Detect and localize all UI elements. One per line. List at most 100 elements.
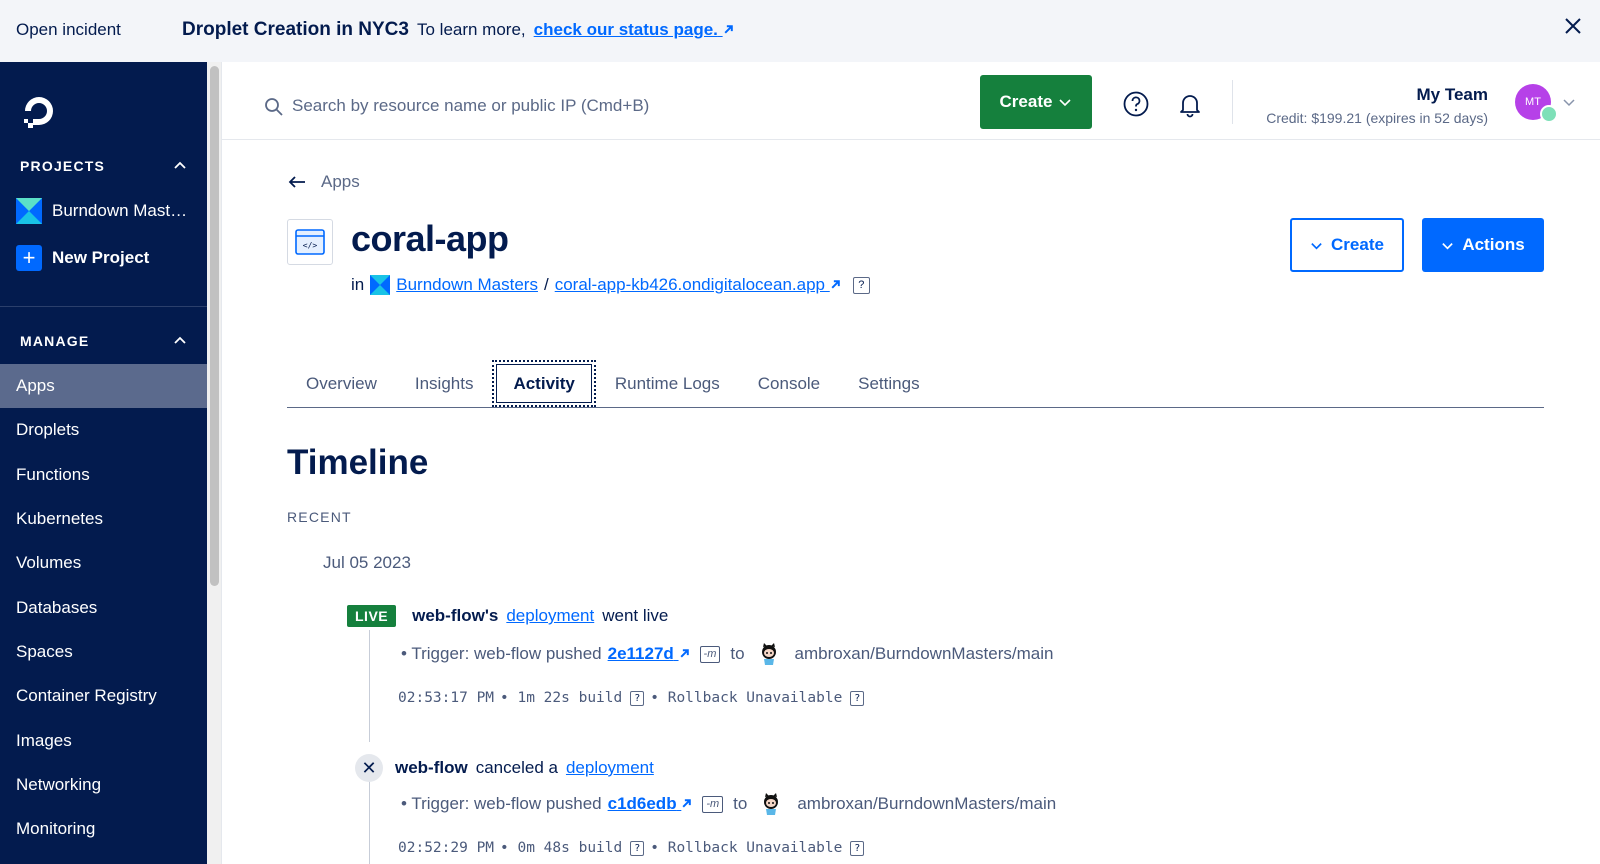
close-icon [1565,18,1581,34]
sidebar: PROJECTS Burndown Masters + New Project … [0,62,207,864]
tab-console[interactable]: Console [739,360,839,407]
external-link-icon [680,649,689,658]
event-trigger: • Trigger: web-flow pushed 2e1127d -m to… [401,642,1053,666]
github-octocat-icon [764,793,779,815]
event-actor: web-flow [395,758,468,777]
event-middle: canceled a [475,758,558,777]
team-credit: Credit: $199.21 (expires in 52 days) [1266,110,1488,126]
tab-activity[interactable]: Activity [492,360,596,407]
breadcrumb[interactable]: Apps [287,172,360,192]
manage-heading: MANAGE [20,333,90,349]
search-input[interactable] [292,90,892,122]
plus-icon: + [16,245,42,271]
sidebar-item-droplets[interactable]: Droplets [0,408,207,452]
help-tooltip-icon[interactable]: ? [852,276,870,294]
incident-text: To learn more, [416,20,526,39]
help-tooltip-icon[interactable]: ? [630,690,645,706]
commit-message-toggle[interactable]: -m [699,645,721,663]
svg-text:</>: </> [303,241,318,250]
tab-runtime-logs[interactable]: Runtime Logs [596,360,739,407]
create-button[interactable]: Create [1290,218,1404,272]
close-banner-button[interactable] [1564,16,1582,40]
actions-button[interactable]: Actions [1422,218,1544,272]
timeline-connector [369,780,370,864]
trigger-text: • Trigger: web-flow pushed [401,794,602,813]
event-meta: 02:53:17 PM • 1m 22s build ? • Rollback … [398,690,865,706]
sidebar-item-kubernetes[interactable]: Kubernetes [0,497,207,541]
app-domain-label: coral-app-kb426.ondigitalocean.app [554,275,826,294]
help-tooltip-icon[interactable]: ? [630,840,645,856]
external-link-icon [831,280,840,289]
team-name[interactable]: My Team [1417,85,1489,105]
scrollbar-thumb[interactable] [210,66,219,586]
chevron-up-icon[interactable] [173,158,187,172]
live-badge: LIVE [347,605,397,627]
trigger-text: • Trigger: web-flow pushed [401,644,602,663]
project-icon [370,275,391,295]
header-divider [1232,80,1233,124]
sidebar-item-container-registry[interactable]: Container Registry [0,674,207,718]
event-time: 02:52:29 PM [398,840,495,856]
avatar-status-icon [1540,105,1558,123]
help-tooltip-icon[interactable]: ? [850,840,865,856]
digitalocean-logo-icon[interactable] [20,92,58,130]
commit-link[interactable]: 2e1127d [608,644,690,664]
event-actor: web-flow's [412,606,499,625]
commit-message-toggle[interactable]: -m [702,795,724,813]
build-duration: • 0m 48s build [500,840,623,856]
rollback-status: • Rollback Unavailable [650,690,843,706]
timeline-event-live: LIVE web-flow's deployment went live [347,605,668,627]
timeline-date: Jul 05 2023 [323,553,411,572]
rollback-status: • Rollback Unavailable [650,840,843,856]
to-label: to [730,644,745,663]
timeline-connector [369,630,370,742]
sidebar-item-images[interactable]: Images [0,718,207,762]
timeline-section-heading: RECENT [287,509,352,525]
event-trigger: • Trigger: web-flow pushed c1d6edb -m to… [401,792,1056,816]
status-page-link-label: check our status page. [533,20,718,39]
chevron-down-icon [1311,242,1322,249]
commit-hash: c1d6edb [607,794,677,813]
chevron-up-icon[interactable] [173,333,187,347]
tab-insights[interactable]: Insights [396,360,493,407]
help-icon[interactable] [1122,90,1150,118]
repo-name: ambroxan/BurndownMasters/main [794,644,1054,663]
project-link[interactable]: Burndown Masters [396,275,538,295]
page-title: coral-app [351,218,509,259]
repo-name: ambroxan/BurndownMasters/main [797,794,1057,813]
create-menu-button[interactable]: Create [980,75,1092,129]
sidebar-project-burndown-masters[interactable]: Burndown Masters [16,198,196,224]
sidebar-item-databases[interactable]: Databases [0,585,207,629]
build-duration: • 1m 22s build [500,690,623,706]
sidebar-item-apps[interactable]: Apps [0,364,207,409]
breadcrumb-apps[interactable]: Apps [321,172,360,192]
app-domain-link[interactable]: coral-app-kb426.ondigitalocean.app [555,275,841,295]
incident-message: Droplet Creation in NYC3 To learn more, … [182,19,734,41]
tab-overview[interactable]: Overview [287,360,396,407]
sidebar-nav: Apps Droplets Functions Kubernetes Volum… [0,364,207,851]
event-suffix: went live [602,606,669,625]
sidebar-scrollbar[interactable] [207,62,222,864]
chevron-down-icon[interactable] [1562,95,1576,109]
sidebar-item-volumes[interactable]: Volumes [0,541,207,585]
sidebar-item-spaces[interactable]: Spaces [0,630,207,674]
external-link-icon [682,799,692,808]
tab-settings[interactable]: Settings [839,360,938,407]
status-page-link[interactable]: check our status page. [534,20,734,40]
sidebar-new-project-label: New Project [52,248,150,267]
chevron-down-icon [1442,242,1454,249]
project-icon [16,198,42,224]
sidebar-new-project[interactable]: + New Project [16,245,196,271]
commit-link[interactable]: c1d6edb [608,794,693,814]
projects-heading: PROJECTS [20,158,106,174]
deployment-link[interactable]: deployment [566,758,654,778]
sidebar-item-functions[interactable]: Functions [0,453,207,497]
timeline-event-canceled: ✕ web-flow canceled a deployment [355,754,654,782]
help-tooltip-icon[interactable]: ? [850,690,865,706]
sidebar-item-networking[interactable]: Networking [0,763,207,807]
bell-icon[interactable] [1176,90,1204,118]
deployment-link[interactable]: deployment [506,606,594,626]
create-button-label: Create [1331,235,1384,254]
commit-hash: 2e1127d [607,644,674,663]
sidebar-item-monitoring[interactable]: Monitoring [0,807,207,851]
